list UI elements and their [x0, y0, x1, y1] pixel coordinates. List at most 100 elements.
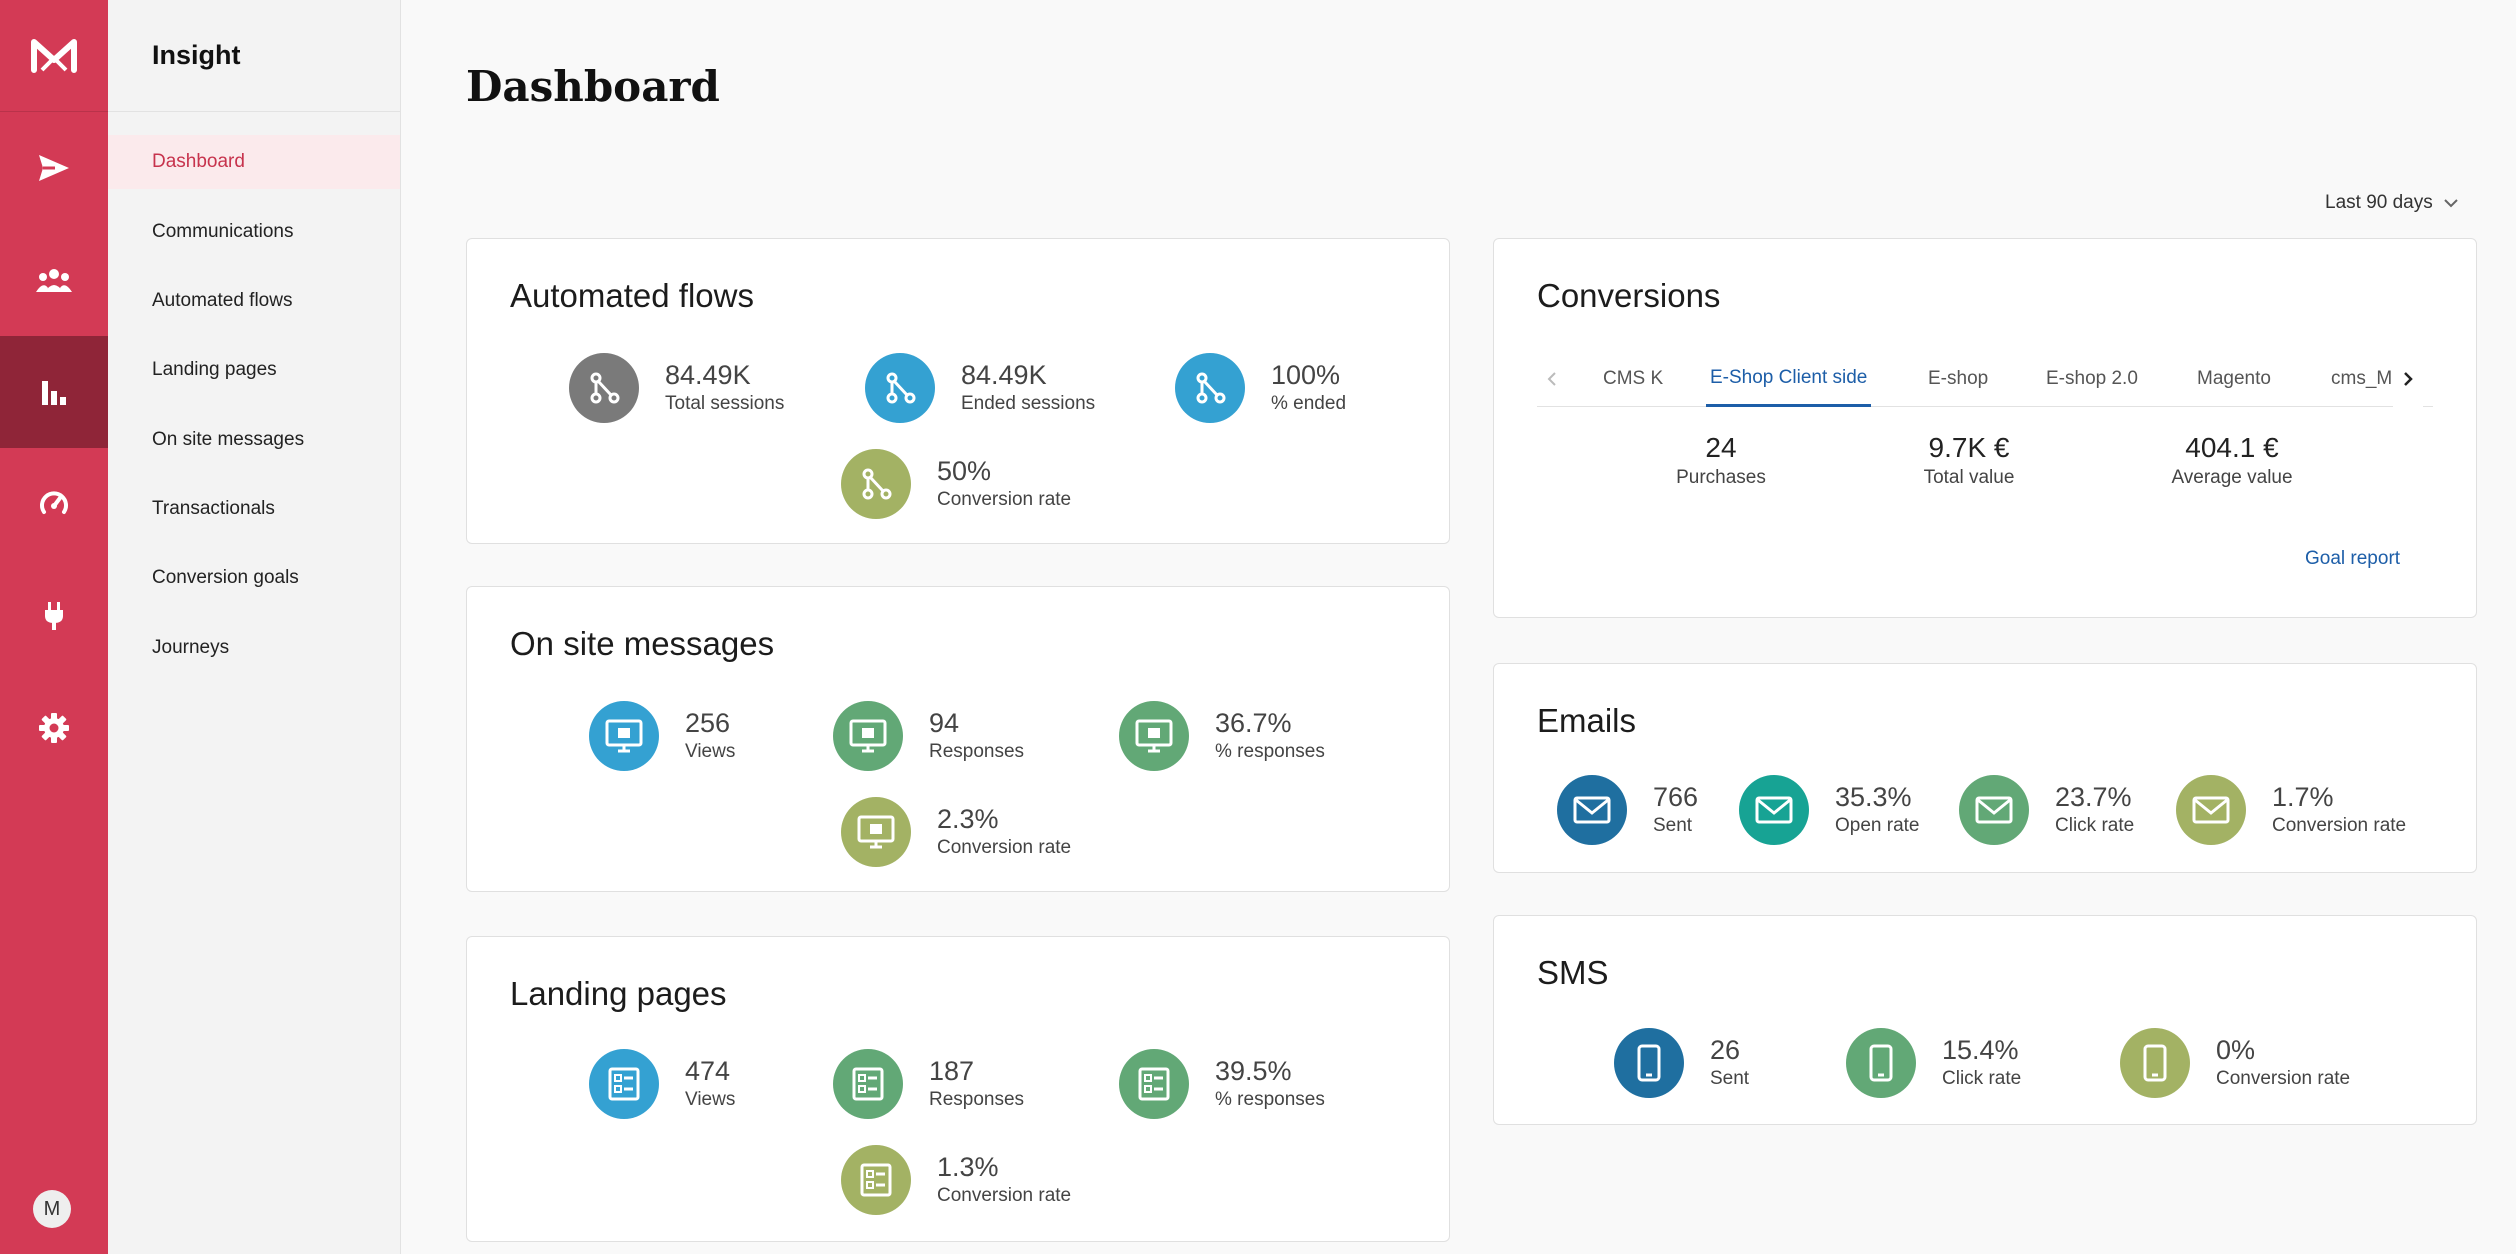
rail-speed[interactable] — [0, 448, 108, 560]
stat-label: Ended sessions — [961, 393, 1096, 414]
stat-conversion-rate: 1.7% Conversion rate — [2176, 775, 2406, 845]
stat-total-sessions: 84.49K Total sessions — [569, 353, 784, 423]
mail-icon — [1739, 775, 1809, 845]
stat-conversion-rate: 1.3% Conversion rate — [841, 1145, 1071, 1215]
sidebar-item-dashboard[interactable]: Dashboard — [108, 135, 400, 189]
tab-magento[interactable]: Magento — [2193, 351, 2275, 407]
form-icon — [589, 1049, 659, 1119]
stat-label: Conversion rate — [2272, 815, 2407, 836]
sidebar-item-transactionals[interactable]: Transactionals — [108, 482, 400, 536]
kpi-average-value: 404.1 € Average value — [2132, 431, 2332, 491]
stat-value: 187 — [929, 1056, 975, 1086]
tabs-prev-button[interactable] — [1537, 351, 1567, 407]
stat-click-rate: 15.4% Click rate — [1846, 1028, 2021, 1098]
card-title: Conversions — [1537, 277, 1721, 314]
sidebar-item-landing-pages[interactable]: Landing pages — [108, 343, 400, 397]
stat-views: 474 Views — [589, 1049, 735, 1119]
date-range-label: Last 90 days — [2325, 192, 2433, 213]
stat-label: Total sessions — [665, 393, 785, 414]
people-icon — [36, 269, 72, 292]
sidebar-item-conversion-goals[interactable]: Conversion goals — [108, 551, 400, 605]
flow-icon — [569, 353, 639, 423]
logo-icon — [31, 38, 77, 73]
stat-label: % responses — [1215, 1089, 1325, 1110]
stat-label: % responses — [1215, 741, 1325, 762]
monitor-icon — [833, 701, 903, 771]
stat-value: 256 — [685, 708, 731, 738]
stat-percent-ended: 100% % ended — [1175, 353, 1346, 423]
stat-value: 26 — [1710, 1035, 1741, 1065]
stat-value: 84.49K — [961, 360, 1047, 390]
bar-chart-icon — [42, 381, 66, 405]
gear-icon — [39, 713, 69, 743]
icon-rail: M — [0, 0, 108, 1254]
stat-label: Sent — [1653, 815, 1693, 836]
rail-insight[interactable] — [0, 336, 108, 448]
rail-integrations[interactable] — [0, 560, 108, 672]
mail-icon — [1557, 775, 1627, 845]
kpi-value: 9.7K € — [1928, 432, 2010, 463]
stat-label: Conversion rate — [937, 837, 1072, 858]
stat-sent: 766 Sent — [1557, 775, 1698, 845]
stat-label: Conversion rate — [937, 489, 1072, 510]
tab-eshop-2[interactable]: E-shop 2.0 — [2042, 351, 2142, 407]
stat-conversion-rate: 0% Conversion rate — [2120, 1028, 2350, 1098]
stat-label: Responses — [929, 741, 1025, 762]
stat-value: 94 — [929, 708, 960, 738]
sidebar-item-on-site-messages[interactable]: On site messages — [108, 413, 400, 467]
card-title: SMS — [1537, 954, 1609, 991]
form-icon — [1119, 1049, 1189, 1119]
app-logo[interactable] — [0, 0, 108, 112]
rail-send[interactable] — [0, 112, 108, 224]
sidebar-item-automated-flows[interactable]: Automated flows — [108, 274, 400, 328]
kpi-purchases: 24 Purchases — [1621, 431, 1821, 491]
stat-label: Click rate — [2055, 815, 2135, 836]
rail-settings[interactable] — [0, 672, 108, 784]
chevron-right-icon — [2404, 372, 2413, 386]
stat-value: 100% — [1271, 360, 1341, 390]
rail-contacts[interactable] — [0, 224, 108, 336]
plug-icon — [45, 602, 63, 630]
stat-label: Views — [685, 1089, 736, 1110]
date-range-select[interactable]: Last 90 days — [2325, 192, 2459, 214]
kpi-label: Purchases — [1676, 467, 1766, 488]
sidebar-title: Insight — [108, 0, 400, 112]
stat-value: 35.3% — [1835, 782, 1912, 812]
kpi-label: Average value — [2171, 467, 2293, 488]
tab-cms-m[interactable]: cms_M — [2327, 351, 2391, 407]
tab-cms-k[interactable]: CMS K — [1599, 351, 1667, 407]
card-title: On site messages — [510, 625, 775, 662]
stat-label: Open rate — [1835, 815, 1920, 836]
stat-value: 766 — [1653, 782, 1699, 812]
phone-icon — [1846, 1028, 1916, 1098]
stat-responses: 187 Responses — [833, 1049, 1024, 1119]
user-avatar[interactable]: M — [33, 1190, 71, 1228]
tabs-next-button[interactable] — [2393, 351, 2423, 407]
sidebar-item-journeys[interactable]: Journeys — [108, 621, 400, 675]
tab-eshop[interactable]: E-shop — [1924, 351, 1992, 407]
goal-report-link[interactable]: Goal report — [2305, 548, 2400, 570]
sidebar-item-communications[interactable]: Communications — [108, 205, 400, 259]
emails-card: Emails 766 Sent 35.3% Open rate 23.7% Cl… — [1493, 663, 2477, 873]
monitor-icon — [1119, 701, 1189, 771]
card-title: Automated flows — [510, 277, 754, 314]
tab-eshop-client-side[interactable]: E-Shop Client side — [1706, 351, 1872, 407]
kpi-value: 24 — [1705, 432, 1737, 463]
stat-percent-responses: 39.5% % responses — [1119, 1049, 1325, 1119]
sms-card: SMS 26 Sent 15.4% Click rate 0% Conversi… — [1493, 915, 2477, 1125]
monitor-icon — [841, 797, 911, 867]
form-icon — [841, 1145, 911, 1215]
flow-icon — [865, 353, 935, 423]
stat-responses: 94 Responses — [833, 701, 1024, 771]
landing-pages-card: Landing pages 474 Views 187 Responses 39… — [466, 936, 1450, 1242]
card-title: Landing pages — [510, 975, 727, 1012]
on-site-messages-card: On site messages 256 Views 94 Responses … — [466, 586, 1450, 892]
stat-label: Conversion rate — [937, 1185, 1072, 1206]
stat-value: 36.7% — [1215, 708, 1292, 738]
stat-open-rate: 35.3% Open rate — [1739, 775, 1920, 845]
phone-icon — [2120, 1028, 2190, 1098]
stat-views: 256 Views — [589, 701, 735, 771]
form-icon — [833, 1049, 903, 1119]
automated-flows-card: Automated flows 84.49K Total sessions 84… — [466, 238, 1450, 544]
sidebar: Insight Dashboard Communications Automat… — [108, 0, 401, 1254]
